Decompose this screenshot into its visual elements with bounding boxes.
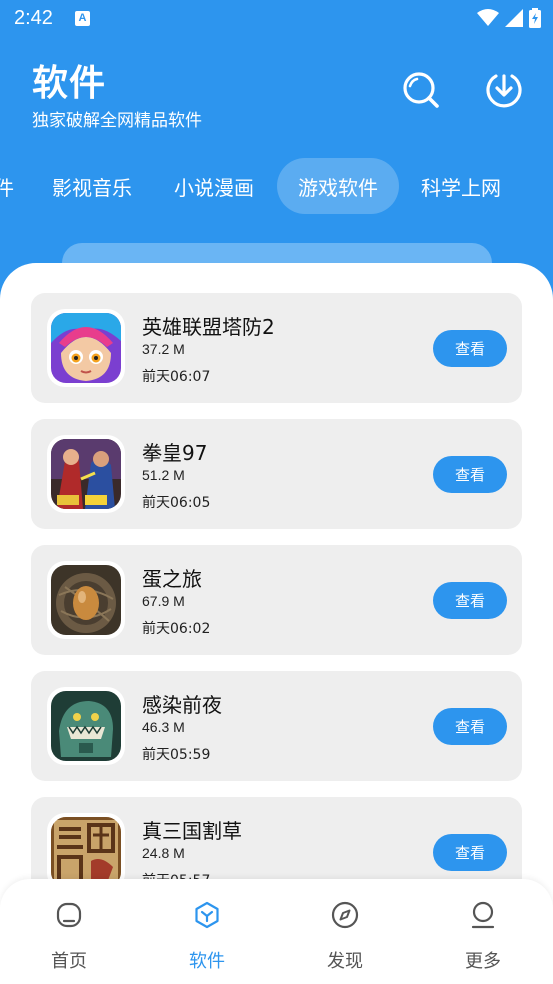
status-indicators [477,8,541,28]
app-size: 46.3 M [142,719,185,735]
app-size: 51.2 M [142,467,185,483]
app-icon [47,687,125,765]
app-name: 蛋之旅 [142,567,202,591]
app-icon [47,435,125,513]
battery-icon [529,8,541,28]
search-icon [403,72,439,108]
app-time: 前天05:59 [142,747,211,763]
app-time: 前天06:05 [142,495,211,511]
wifi-icon [477,9,499,26]
app-name: 感染前夜 [142,693,222,717]
home-icon [56,902,82,928]
tab-partial[interactable]: 件 [0,158,14,214]
app-size: 37.2 M [142,341,185,357]
view-button[interactable]: 查看 [433,330,507,367]
app-name: 真三国割草 [142,819,242,843]
list-item[interactable]: 拳皇97 51.2 M 前天06:05 查看 [31,419,522,529]
header: 软件 独家破解全网精品软件 [0,36,553,146]
content-sheet: 英雄联盟塔防2 37.2 M 前天06:07 查看 拳皇97 51.2 M 前天… [0,263,553,984]
view-button[interactable]: 查看 [433,456,507,493]
notification-a-icon: A [74,10,90,26]
app-icon [47,561,125,639]
status-time: 2:42 [14,6,53,29]
person-icon [471,901,495,929]
nav-label: 软件 [189,951,225,972]
app-name: 拳皇97 [142,441,208,465]
download-icon [486,74,522,108]
tab-film-music[interactable]: 影视音乐 [36,158,148,214]
search-button[interactable] [401,70,441,110]
app-icon [47,309,125,387]
status-bar: 2:42 A [0,0,553,36]
view-button[interactable]: 查看 [433,834,507,871]
app-name: 英雄联盟塔防2 [142,315,275,339]
app-size: 24.8 M [142,845,185,861]
nav-discover[interactable]: 发现 [295,879,395,984]
tab-novel-comic[interactable]: 小说漫画 [158,158,270,214]
nav-label: 更多 [465,951,501,972]
category-tabs: 件 影视音乐 小说漫画 游戏软件 科学上网 [0,158,553,214]
page-subtitle: 独家破解全网精品软件 [32,111,202,131]
nav-software[interactable]: 软件 [157,879,257,984]
bottom-nav: 首页 软件 发现 更多 [0,879,553,984]
list-item[interactable]: 蛋之旅 67.9 M 前天06:02 查看 [31,545,522,655]
nav-home[interactable]: 首页 [19,879,119,984]
tab-vpn[interactable]: 科学上网 [405,158,517,214]
nav-label: 发现 [327,951,363,972]
app-time: 前天06:07 [142,369,211,385]
signal-icon [505,9,523,27]
list-item[interactable]: 感染前夜 46.3 M 前天05:59 查看 [31,671,522,781]
download-button[interactable] [484,70,524,110]
tab-games[interactable]: 游戏软件 [277,158,399,214]
infection-eve-icon [51,691,121,761]
software-icon [195,901,219,929]
nav-more[interactable]: 更多 [433,879,533,984]
egg-journey-icon [51,565,121,635]
view-button[interactable]: 查看 [433,582,507,619]
list-item[interactable]: 英雄联盟塔防2 37.2 M 前天06:07 查看 [31,293,522,403]
app-time: 前天06:02 [142,621,211,637]
compass-icon [331,901,359,929]
three-kingdoms-icon [51,817,121,887]
lol-td-icon [51,313,121,383]
kof97-icon [51,439,121,509]
page-title: 软件 [32,63,107,104]
nav-label: 首页 [51,951,87,972]
view-button[interactable]: 查看 [433,708,507,745]
app-size: 67.9 M [142,593,185,609]
